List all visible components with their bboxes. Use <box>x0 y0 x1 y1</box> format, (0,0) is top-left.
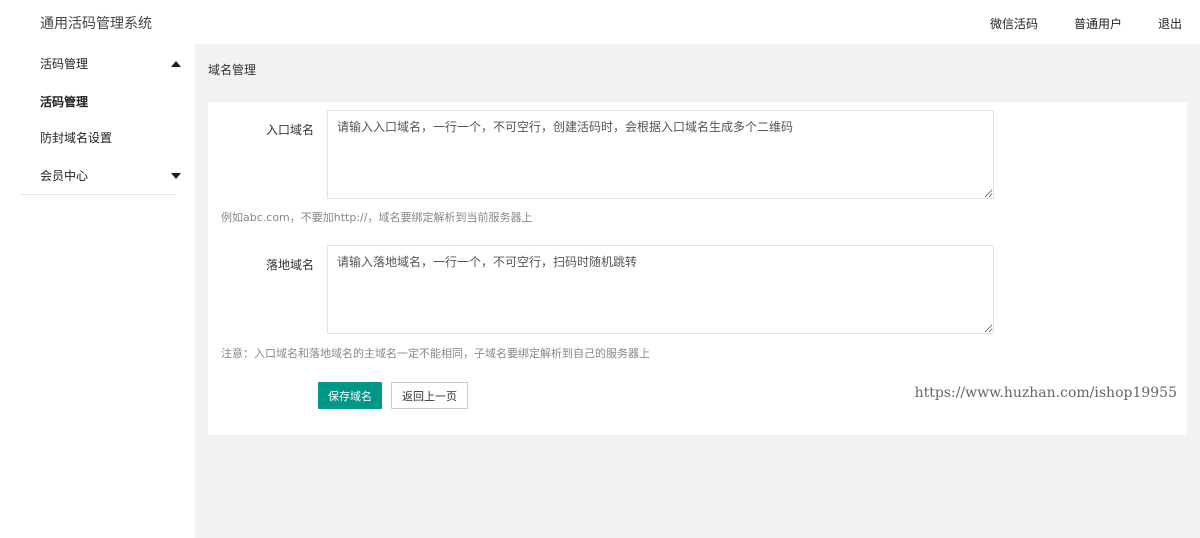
landing-domain-label: 落地域名 <box>265 258 314 272</box>
entry-domain-textarea[interactable] <box>327 110 994 199</box>
sidebar-item-live-codes[interactable]: 活码管理 <box>0 84 195 120</box>
back-button[interactable]: 返回上一页 <box>391 382 468 409</box>
top-header: 通用活码管理系统 微信活码 普通用户 退出 <box>0 0 1200 44</box>
app-title: 通用活码管理系统 <box>40 16 152 32</box>
sidebar-group-member-center[interactable]: 会员中心 <box>0 156 195 196</box>
sidebar-item-domain-settings[interactable]: 防封域名设置 <box>0 120 195 156</box>
caret-down-icon <box>171 173 181 179</box>
nav-wechat-codes[interactable]: 微信活码 <box>990 15 1038 32</box>
sidebar-divider <box>19 194 176 195</box>
nav-logout[interactable]: 退出 <box>1158 15 1182 32</box>
sidebar-group-label: 活码管理 <box>40 57 89 71</box>
caret-up-icon <box>171 61 181 67</box>
nav-regular-user[interactable]: 普通用户 <box>1074 15 1122 32</box>
watermark-url: https://www.huzhan.com/ishop19955 <box>914 385 1177 401</box>
sidebar-group-live-codes[interactable]: 活码管理 <box>0 44 195 84</box>
save-domain-button[interactable]: 保存域名 <box>318 382 382 409</box>
landing-domain-textarea[interactable] <box>327 245 994 334</box>
main-content: 域名管理 入口域名 例如abc.com，不要加http://，域名要绑定解析到当… <box>195 44 1200 538</box>
sidebar: 活码管理 活码管理 防封域名设置 会员中心 <box>0 44 195 538</box>
top-nav: 微信活码 普通用户 退出 <box>990 15 1182 32</box>
landing-domain-hint: 注意：入口域名和落地域名的主域名一定不能相同，子域名要绑定解析到自己的服务器上 <box>221 347 650 360</box>
entry-domain-hint: 例如abc.com，不要加http://，域名要绑定解析到当前服务器上 <box>221 211 533 224</box>
domain-form-card: 入口域名 例如abc.com，不要加http://，域名要绑定解析到当前服务器上… <box>208 102 1187 435</box>
entry-domain-label: 入口域名 <box>265 123 314 137</box>
breadcrumb: 域名管理 <box>208 63 257 77</box>
sidebar-group-label: 会员中心 <box>40 169 89 183</box>
